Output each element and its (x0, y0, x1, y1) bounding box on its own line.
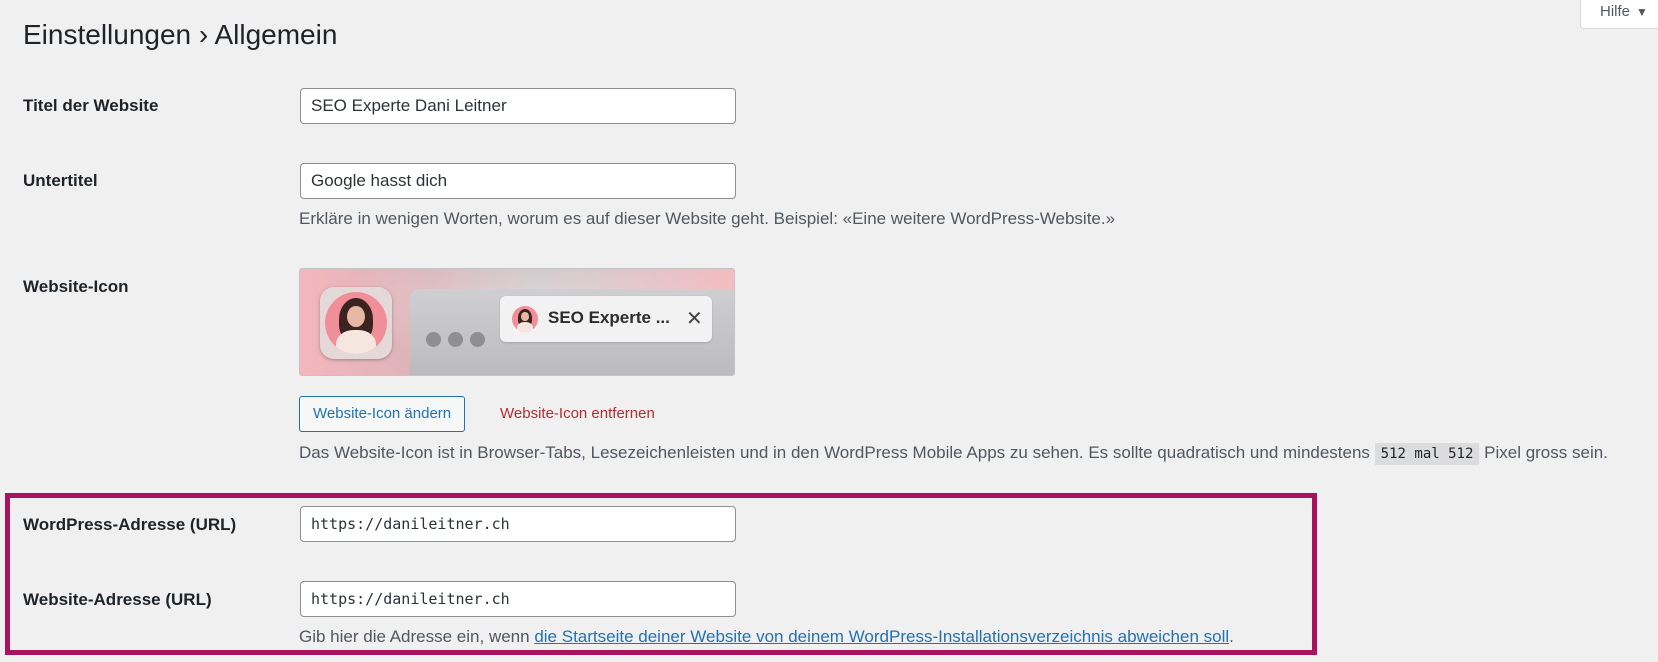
help-label: Hilfe (1600, 3, 1631, 20)
window-dot-icon (448, 332, 463, 347)
site-address-help-link[interactable]: die Startseite deiner Website von deinem… (534, 627, 1229, 646)
close-icon: ✕ (686, 308, 703, 330)
site-icon-preview: SEO Experte ... ✕ (299, 268, 735, 376)
remove-site-icon-button[interactable]: Website-Icon entfernen (500, 405, 655, 422)
site-title-label: Titel der Website (23, 96, 159, 115)
avatar-icon (325, 292, 387, 354)
wordpress-address-input[interactable] (300, 506, 736, 542)
help-tab-button[interactable]: Hilfe ▼ (1580, 0, 1658, 29)
site-icon-description: Das Website-Icon ist in Browser-Tabs, Le… (299, 443, 1608, 465)
icon-size-code: 512 mal 512 (1374, 443, 1480, 465)
site-address-description: Gib hier die Adresse ein, wenn die Start… (299, 627, 1234, 647)
window-dot-icon (470, 332, 485, 347)
site-title-input[interactable] (300, 88, 736, 124)
site-address-input[interactable] (300, 581, 736, 617)
browser-tab-preview: SEO Experte ... ✕ (500, 296, 712, 342)
site-icon-description-text: Das Website-Icon ist in Browser-Tabs, Le… (299, 443, 1370, 462)
tagline-label: Untertitel (23, 171, 98, 190)
window-dot-icon (426, 332, 441, 347)
tab-title: SEO Experte ... (548, 308, 670, 327)
site-address-label: Website-Adresse (URL) (23, 590, 212, 609)
site-icon-label: Website-Icon (23, 277, 129, 296)
site-address-description-end: . (1229, 627, 1234, 646)
tagline-description: Erkläre in wenigen Worten, worum es auf … (299, 209, 1116, 228)
favicon-icon (512, 306, 538, 332)
app-icon-preview (320, 287, 392, 359)
tagline-input[interactable] (300, 163, 736, 199)
site-icon-description-end: Pixel gross sein. (1484, 443, 1608, 462)
change-site-icon-button[interactable]: Website-Icon ändern (299, 396, 466, 432)
site-address-description-text: Gib hier die Adresse ein, wenn (299, 627, 530, 646)
caret-down-icon: ▼ (1636, 5, 1648, 19)
page-title: Einstellungen › Allgemein (23, 19, 338, 50)
general-settings-page: Einstellungen › Allgemein Hilfe ▼ Titel d… (0, 0, 1658, 662)
wordpress-address-label: WordPress-Adresse (URL) (23, 515, 237, 534)
